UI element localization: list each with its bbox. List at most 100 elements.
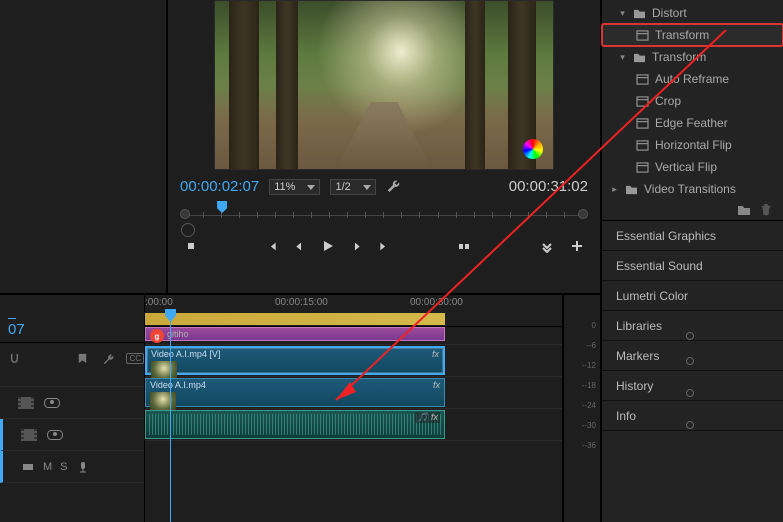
folder-icon bbox=[625, 184, 638, 195]
chevron-down-icon[interactable]: ▾ bbox=[618, 52, 627, 63]
folder-distort[interactable]: ▾ Distort bbox=[602, 2, 783, 24]
eye-icon[interactable] bbox=[47, 430, 63, 440]
meter-label: 0 bbox=[592, 321, 596, 330]
chevron-down-icon[interactable]: ▾ bbox=[618, 8, 627, 19]
preset-icon bbox=[636, 74, 649, 85]
audio-meter: 0 --6 --12 --18 --24 --30 --36 bbox=[562, 295, 600, 522]
panel-history[interactable]: History bbox=[602, 371, 783, 401]
effect-label: Auto Reframe bbox=[655, 72, 729, 86]
current-timecode[interactable]: 00:00:02:07 bbox=[180, 178, 259, 195]
track-v1-header[interactable] bbox=[0, 419, 144, 451]
folder-label: Video Transitions bbox=[644, 182, 736, 196]
folder-video-transitions[interactable]: ▸ Video Transitions bbox=[602, 178, 783, 200]
preset-icon bbox=[636, 140, 649, 151]
effect-label: Edge Feather bbox=[655, 116, 728, 130]
effect-label: Horizontal Flip bbox=[655, 138, 732, 152]
video-clip-v2[interactable]: Video A.I.mp4 [V] fx bbox=[145, 346, 445, 375]
resolution-dropdown[interactable]: 1/2 bbox=[330, 179, 375, 195]
track-v3-header[interactable] bbox=[0, 369, 144, 387]
program-monitor: 00:00:02:07 11% 1/2 00:00:31:02 bbox=[0, 0, 600, 295]
meter-label: --24 bbox=[582, 401, 596, 410]
marker-icon[interactable] bbox=[76, 352, 89, 365]
effect-label: Crop bbox=[655, 94, 681, 108]
track-v2-header[interactable] bbox=[0, 387, 144, 419]
mute-button[interactable]: M bbox=[43, 461, 52, 473]
solo-button[interactable]: S bbox=[60, 461, 67, 473]
effect-edge-feather[interactable]: Edge Feather bbox=[602, 112, 783, 134]
go-to-out-button[interactable] bbox=[378, 240, 389, 255]
fx-badge: fx bbox=[432, 349, 439, 359]
film-icon bbox=[21, 429, 37, 441]
step-back-button[interactable] bbox=[294, 240, 305, 255]
fx-badge: fx bbox=[433, 380, 440, 390]
new-bin-icon[interactable] bbox=[737, 204, 751, 216]
preset-icon bbox=[636, 30, 649, 41]
color-wheel-icon bbox=[523, 139, 543, 159]
meter-label: --12 bbox=[582, 361, 596, 370]
meter-label: --18 bbox=[582, 381, 596, 390]
preset-icon bbox=[636, 96, 649, 107]
panel-lumetri-color[interactable]: Lumetri Color bbox=[602, 281, 783, 311]
step-forward-button[interactable] bbox=[351, 240, 362, 255]
clip-label: Video A.I.mp4 bbox=[150, 380, 206, 390]
meter-label: --30 bbox=[582, 421, 596, 430]
timeline-panel: 07 CC M S bbox=[0, 295, 600, 522]
effect-label: Transform bbox=[655, 28, 709, 42]
snap-icon[interactable] bbox=[8, 352, 21, 365]
settings-wrench-icon[interactable] bbox=[386, 178, 400, 195]
audio-clip-a1[interactable]: 🎵 fx bbox=[145, 410, 445, 439]
graphic-clip[interactable]: g gitiho bbox=[145, 327, 445, 341]
effect-vertical-flip[interactable]: Vertical Flip bbox=[602, 156, 783, 178]
audio-icon bbox=[21, 460, 35, 474]
effect-transform[interactable]: Transform bbox=[602, 24, 783, 46]
film-icon bbox=[18, 397, 34, 409]
eye-icon[interactable] bbox=[44, 398, 60, 408]
clip-label: Video A.I.mp4 [V] bbox=[151, 349, 220, 359]
cc-icon[interactable]: CC bbox=[126, 353, 144, 364]
track-output-toggle[interactable] bbox=[686, 421, 694, 429]
effect-label: Vertical Flip bbox=[655, 160, 717, 174]
effects-panel: ▾ Distort Transform ▾ Transform Auto Ref… bbox=[602, 0, 783, 221]
panel-markers[interactable]: Markers bbox=[602, 341, 783, 371]
folder-icon bbox=[633, 8, 646, 19]
panel-essential-sound[interactable]: Essential Sound bbox=[602, 251, 783, 281]
program-video-preview[interactable] bbox=[214, 0, 554, 170]
go-to-in-button[interactable] bbox=[267, 240, 278, 255]
wrench-icon[interactable] bbox=[101, 352, 114, 365]
play-button[interactable] bbox=[321, 239, 335, 256]
meter-label: --6 bbox=[586, 341, 596, 350]
duration-timecode: 00:00:31:02 bbox=[509, 178, 588, 195]
effect-auto-reframe[interactable]: Auto Reframe bbox=[602, 68, 783, 90]
folder-transform[interactable]: ▾ Transform bbox=[602, 46, 783, 68]
folder-icon bbox=[633, 52, 646, 63]
track-output-toggle[interactable] bbox=[686, 332, 694, 340]
mark-in-button[interactable] bbox=[184, 239, 198, 256]
clip-thumbnail bbox=[150, 392, 176, 410]
chevron-right-icon[interactable]: ▸ bbox=[610, 184, 619, 195]
folder-label: Transform bbox=[652, 50, 706, 64]
timeline-ruler[interactable]: :00:00 00:00:15:00 00:00:30:00 bbox=[145, 295, 562, 327]
lift-button[interactable] bbox=[457, 239, 471, 256]
effect-horizontal-flip[interactable]: Horizontal Flip bbox=[602, 134, 783, 156]
effect-crop[interactable]: Crop bbox=[602, 90, 783, 112]
add-button[interactable] bbox=[570, 239, 584, 256]
zoom-dropdown[interactable]: 11% bbox=[269, 179, 320, 195]
trash-icon[interactable] bbox=[759, 204, 773, 216]
program-scrubber[interactable] bbox=[185, 203, 582, 227]
ruler-label: 00:00:30:00 bbox=[410, 297, 463, 308]
more-button[interactable] bbox=[540, 239, 554, 256]
voiceover-icon[interactable] bbox=[76, 460, 90, 474]
folder-label: Distort bbox=[652, 6, 687, 20]
video-clip-v1[interactable]: Video A.I.mp4 fx bbox=[145, 378, 445, 407]
ruler-label: :00:00 bbox=[145, 297, 173, 308]
ruler-label: 00:00:15:00 bbox=[275, 297, 328, 308]
timeline-timecode[interactable]: 07 bbox=[8, 321, 136, 338]
panel-essential-graphics[interactable]: Essential Graphics bbox=[602, 221, 783, 251]
preset-icon bbox=[636, 162, 649, 173]
logo-icon: g bbox=[150, 329, 164, 343]
track-output-toggle[interactable] bbox=[686, 357, 694, 365]
track-output-toggle[interactable] bbox=[686, 389, 694, 397]
preset-icon bbox=[636, 118, 649, 129]
track-a1-header[interactable]: M S bbox=[0, 451, 144, 483]
source-panel-area bbox=[0, 0, 168, 293]
